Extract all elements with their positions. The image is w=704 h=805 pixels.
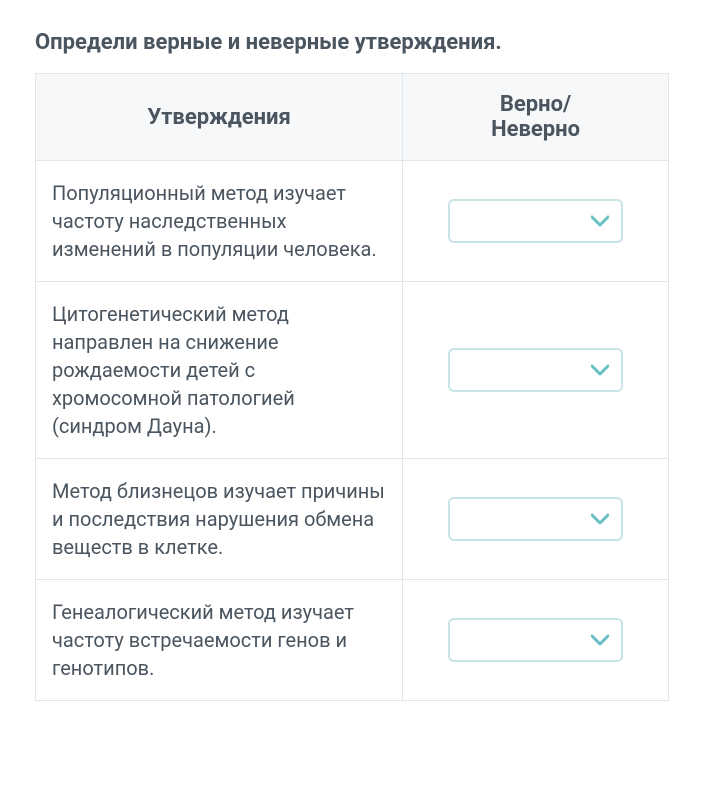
header-statements: Утверждения: [36, 74, 403, 161]
statement-cell: Популяционный метод изучает частоту насл…: [36, 161, 403, 282]
statement-cell: Цитогенетический метод направлен на сниж…: [36, 282, 403, 459]
statement-cell: Генеалогический метод изучает частоту вс…: [36, 580, 403, 701]
statement-cell: Метод близнецов изучает причины и послед…: [36, 459, 403, 580]
header-truefalse: Верно/ Неверно: [403, 74, 669, 161]
answer-cell: [403, 282, 669, 459]
answer-dropdown[interactable]: [448, 348, 623, 392]
answer-cell: [403, 580, 669, 701]
table-row: Генеалогический метод изучает частоту вс…: [36, 580, 669, 701]
chevron-down-icon: [591, 634, 609, 646]
answer-cell: [403, 161, 669, 282]
chevron-down-icon: [591, 215, 609, 227]
chevron-down-icon: [591, 513, 609, 525]
page-title: Определи верные и неверные утверждения.: [35, 30, 669, 55]
answer-dropdown[interactable]: [448, 618, 623, 662]
table-row: Популяционный метод изучает частоту насл…: [36, 161, 669, 282]
chevron-down-icon: [591, 364, 609, 376]
table-row: Метод близнецов изучает причины и послед…: [36, 459, 669, 580]
statements-table: Утверждения Верно/ Неверно Популяционный…: [35, 73, 669, 701]
answer-dropdown[interactable]: [448, 199, 623, 243]
answer-cell: [403, 459, 669, 580]
table-row: Цитогенетический метод направлен на сниж…: [36, 282, 669, 459]
answer-dropdown[interactable]: [448, 497, 623, 541]
table-header-row: Утверждения Верно/ Неверно: [36, 74, 669, 161]
